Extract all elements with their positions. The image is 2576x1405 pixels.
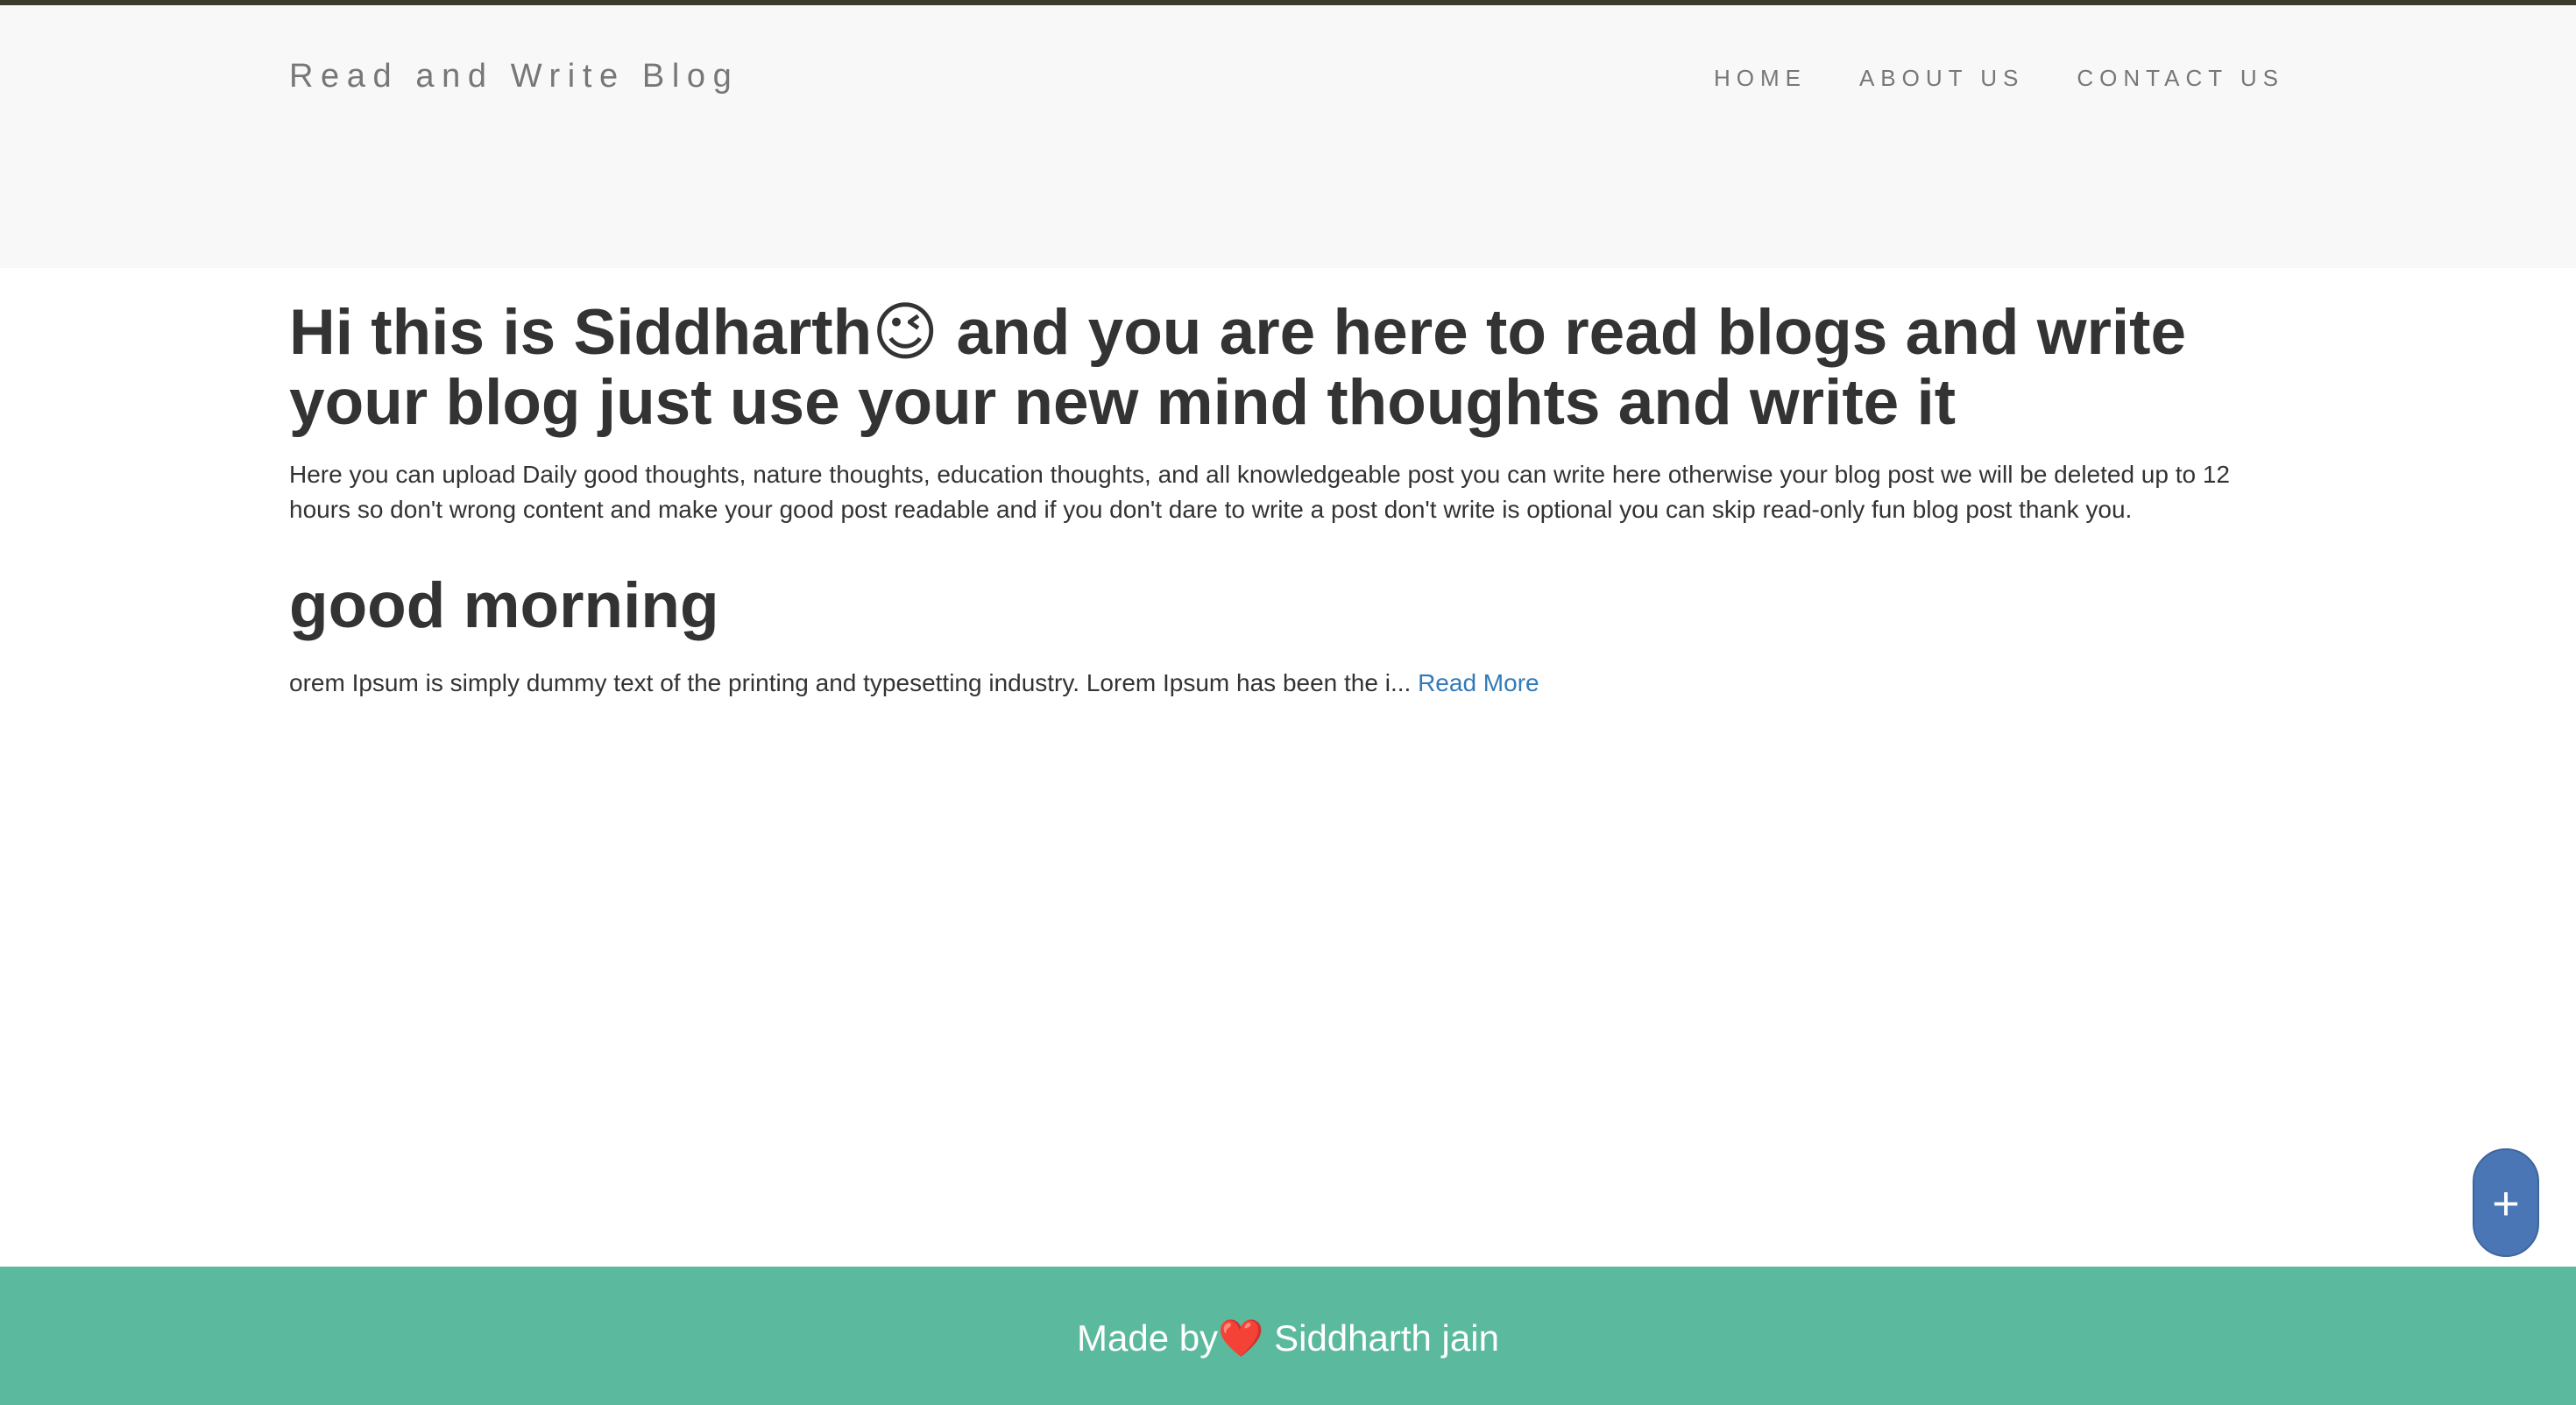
navbar: Read and Write Blog HOME ABOUT US CONTAC… — [0, 5, 2576, 268]
read-more-link[interactable]: Read More — [1418, 669, 1539, 696]
footer: Made by❤️ Siddharth jain — [0, 1267, 2576, 1405]
plus-icon: + — [2492, 1177, 2520, 1230]
add-post-button[interactable]: + — [2473, 1148, 2539, 1257]
post-title: good morning — [289, 570, 719, 641]
footer-credit: Made by❤️ Siddharth jain — [1077, 1317, 1499, 1359]
hero-title: Hi this is Siddharth😉 and you are here t… — [289, 297, 2187, 438]
main-content: Hi this is Siddharth😉 and you are here t… — [289, 298, 2278, 701]
brand-logo-link[interactable]: Read and Write Blog — [289, 58, 739, 95]
post-item: good morning orem Ipsum is simply dummy … — [289, 571, 2278, 701]
nav-about-us-link[interactable]: ABOUT US — [1859, 65, 2024, 92]
post-excerpt: orem Ipsum is simply dummy text of the p… — [289, 666, 2278, 701]
post-excerpt-text: orem Ipsum is simply dummy text of the p… — [289, 669, 1419, 696]
nav-links: HOME ABOUT US CONTACT US — [1714, 65, 2284, 92]
nav-contact-us-link[interactable]: CONTACT US — [2077, 65, 2284, 92]
nav-home-link[interactable]: HOME — [1714, 65, 1807, 92]
hero-description: Here you can upload Daily good thoughts,… — [289, 461, 2231, 523]
